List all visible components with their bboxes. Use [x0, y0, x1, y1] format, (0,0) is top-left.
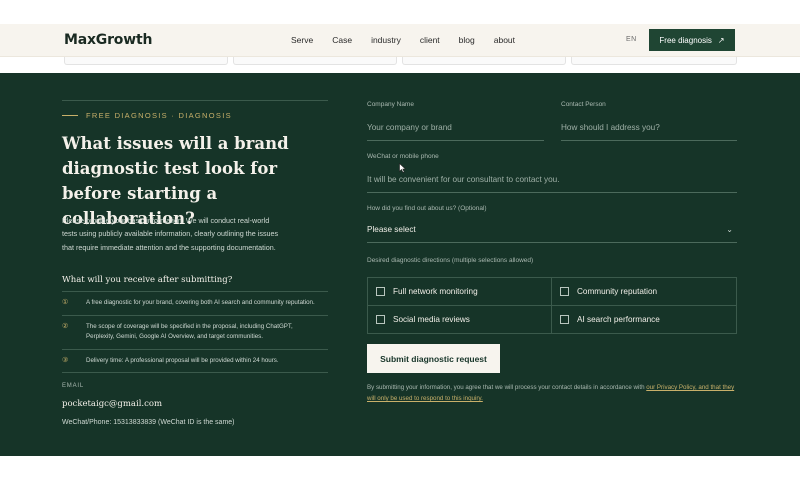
- consent-text: By submitting your information, you agre…: [367, 382, 739, 404]
- checkbox[interactable]: [376, 314, 385, 324]
- site-header: MaxGrowth Serve Case industry client blo…: [0, 24, 800, 57]
- eyebrow-text: FREE DIAGNOSIS · DIAGNOSIS: [86, 111, 232, 120]
- option-label: Full network monitoring: [393, 286, 478, 296]
- company-input[interactable]: Your company or brand: [367, 123, 544, 141]
- card-strip: [0, 57, 800, 73]
- benefit-number: ②: [62, 322, 69, 330]
- direction-options: Full network monitoring Community reputa…: [367, 277, 737, 334]
- directions-label: Desired diagnostic directions (multiple …: [367, 257, 534, 264]
- benefit-number: ①: [62, 299, 69, 306]
- submit-button[interactable]: Submit diagnostic request: [367, 344, 500, 373]
- card-edge: [64, 57, 228, 65]
- nav-item-about[interactable]: about: [494, 35, 515, 45]
- benefit-text: A free diagnostic for your brand, coveri…: [86, 299, 315, 306]
- option-community-reputation[interactable]: Community reputation: [552, 278, 736, 306]
- source-label: How did you find out about us? (Optional…: [367, 205, 487, 212]
- benefit-text: Delivery time: A professional proposal w…: [86, 356, 279, 364]
- nav-item-case[interactable]: Case: [332, 35, 352, 45]
- option-social-media-reviews[interactable]: Social media reviews: [368, 305, 552, 333]
- nav-item-serve[interactable]: Serve: [291, 35, 313, 45]
- contact-label: Contact Person: [561, 101, 606, 108]
- receive-title: What will you receive after submitting?: [62, 275, 233, 285]
- free-diagnosis-label: Free diagnosis: [659, 35, 712, 45]
- wechat-label: WeChat or mobile phone: [367, 153, 439, 160]
- consent-body: By submitting your information, you agre…: [367, 384, 647, 391]
- divider: [62, 100, 328, 101]
- card-edge: [402, 57, 566, 65]
- nav-item-client[interactable]: client: [420, 35, 440, 45]
- nav-item-industry[interactable]: industry: [371, 35, 401, 45]
- chevron-down-icon: ⌄: [726, 225, 733, 234]
- diagnosis-section: FREE DIAGNOSIS · DIAGNOSIS What issues w…: [0, 73, 800, 456]
- top-gap: [0, 0, 800, 24]
- eyebrow-dash: [62, 115, 78, 116]
- wechat-input[interactable]: It will be convenient for our consultant…: [367, 175, 737, 193]
- option-label: Social media reviews: [393, 314, 470, 324]
- main-nav: Serve Case industry client blog about: [291, 35, 534, 45]
- checkbox[interactable]: [560, 314, 569, 324]
- source-value: Please select: [367, 225, 416, 234]
- benefit-number: ③: [62, 356, 69, 364]
- source-select[interactable]: Please select ⌄: [367, 225, 737, 243]
- page: MaxGrowth Serve Case industry client blo…: [0, 0, 800, 480]
- checkbox[interactable]: [560, 286, 569, 296]
- nav-item-blog[interactable]: blog: [459, 35, 475, 45]
- option-full-network-monitoring[interactable]: Full network monitoring: [368, 278, 552, 306]
- email-label: EMAIL: [62, 383, 85, 389]
- free-diagnosis-button[interactable]: Free diagnosis ↗: [649, 29, 735, 51]
- benefit-item: ③ Delivery time: A professional proposal…: [62, 348, 328, 373]
- intro-text: Please provide your basic information. W…: [62, 216, 279, 252]
- option-label: AI search performance: [577, 314, 660, 324]
- option-ai-search-performance[interactable]: AI search performance: [552, 306, 736, 334]
- wechat-phone: WeChat/Phone: 15313833839 (WeChat ID is …: [62, 419, 235, 426]
- benefit-text: The scope of coverage will be specified …: [86, 322, 293, 341]
- card-edge: [571, 57, 737, 65]
- arrow-up-right-icon: ↗: [717, 35, 725, 45]
- option-label: Community reputation: [577, 286, 658, 296]
- logo[interactable]: MaxGrowth: [64, 32, 152, 48]
- privacy-policy-link[interactable]: our Privacy Policy: [646, 384, 695, 391]
- company-label: Company Name: [367, 101, 414, 108]
- language-switch[interactable]: EN: [626, 36, 637, 43]
- benefit-list: ① A free diagnostic for your brand, cove…: [62, 291, 328, 373]
- benefit-item: ② The scope of coverage will be specifie…: [62, 314, 328, 349]
- card-edge: [233, 57, 397, 65]
- email-link[interactable]: pocketaigc@gmail.com: [62, 399, 162, 409]
- benefit-item: ① A free diagnostic for your brand, cove…: [62, 291, 328, 315]
- contact-input[interactable]: How should I address you?: [561, 123, 737, 141]
- checkbox[interactable]: [376, 286, 385, 296]
- eyebrow: FREE DIAGNOSIS · DIAGNOSIS: [62, 111, 232, 120]
- mouse-cursor-icon: [399, 163, 406, 173]
